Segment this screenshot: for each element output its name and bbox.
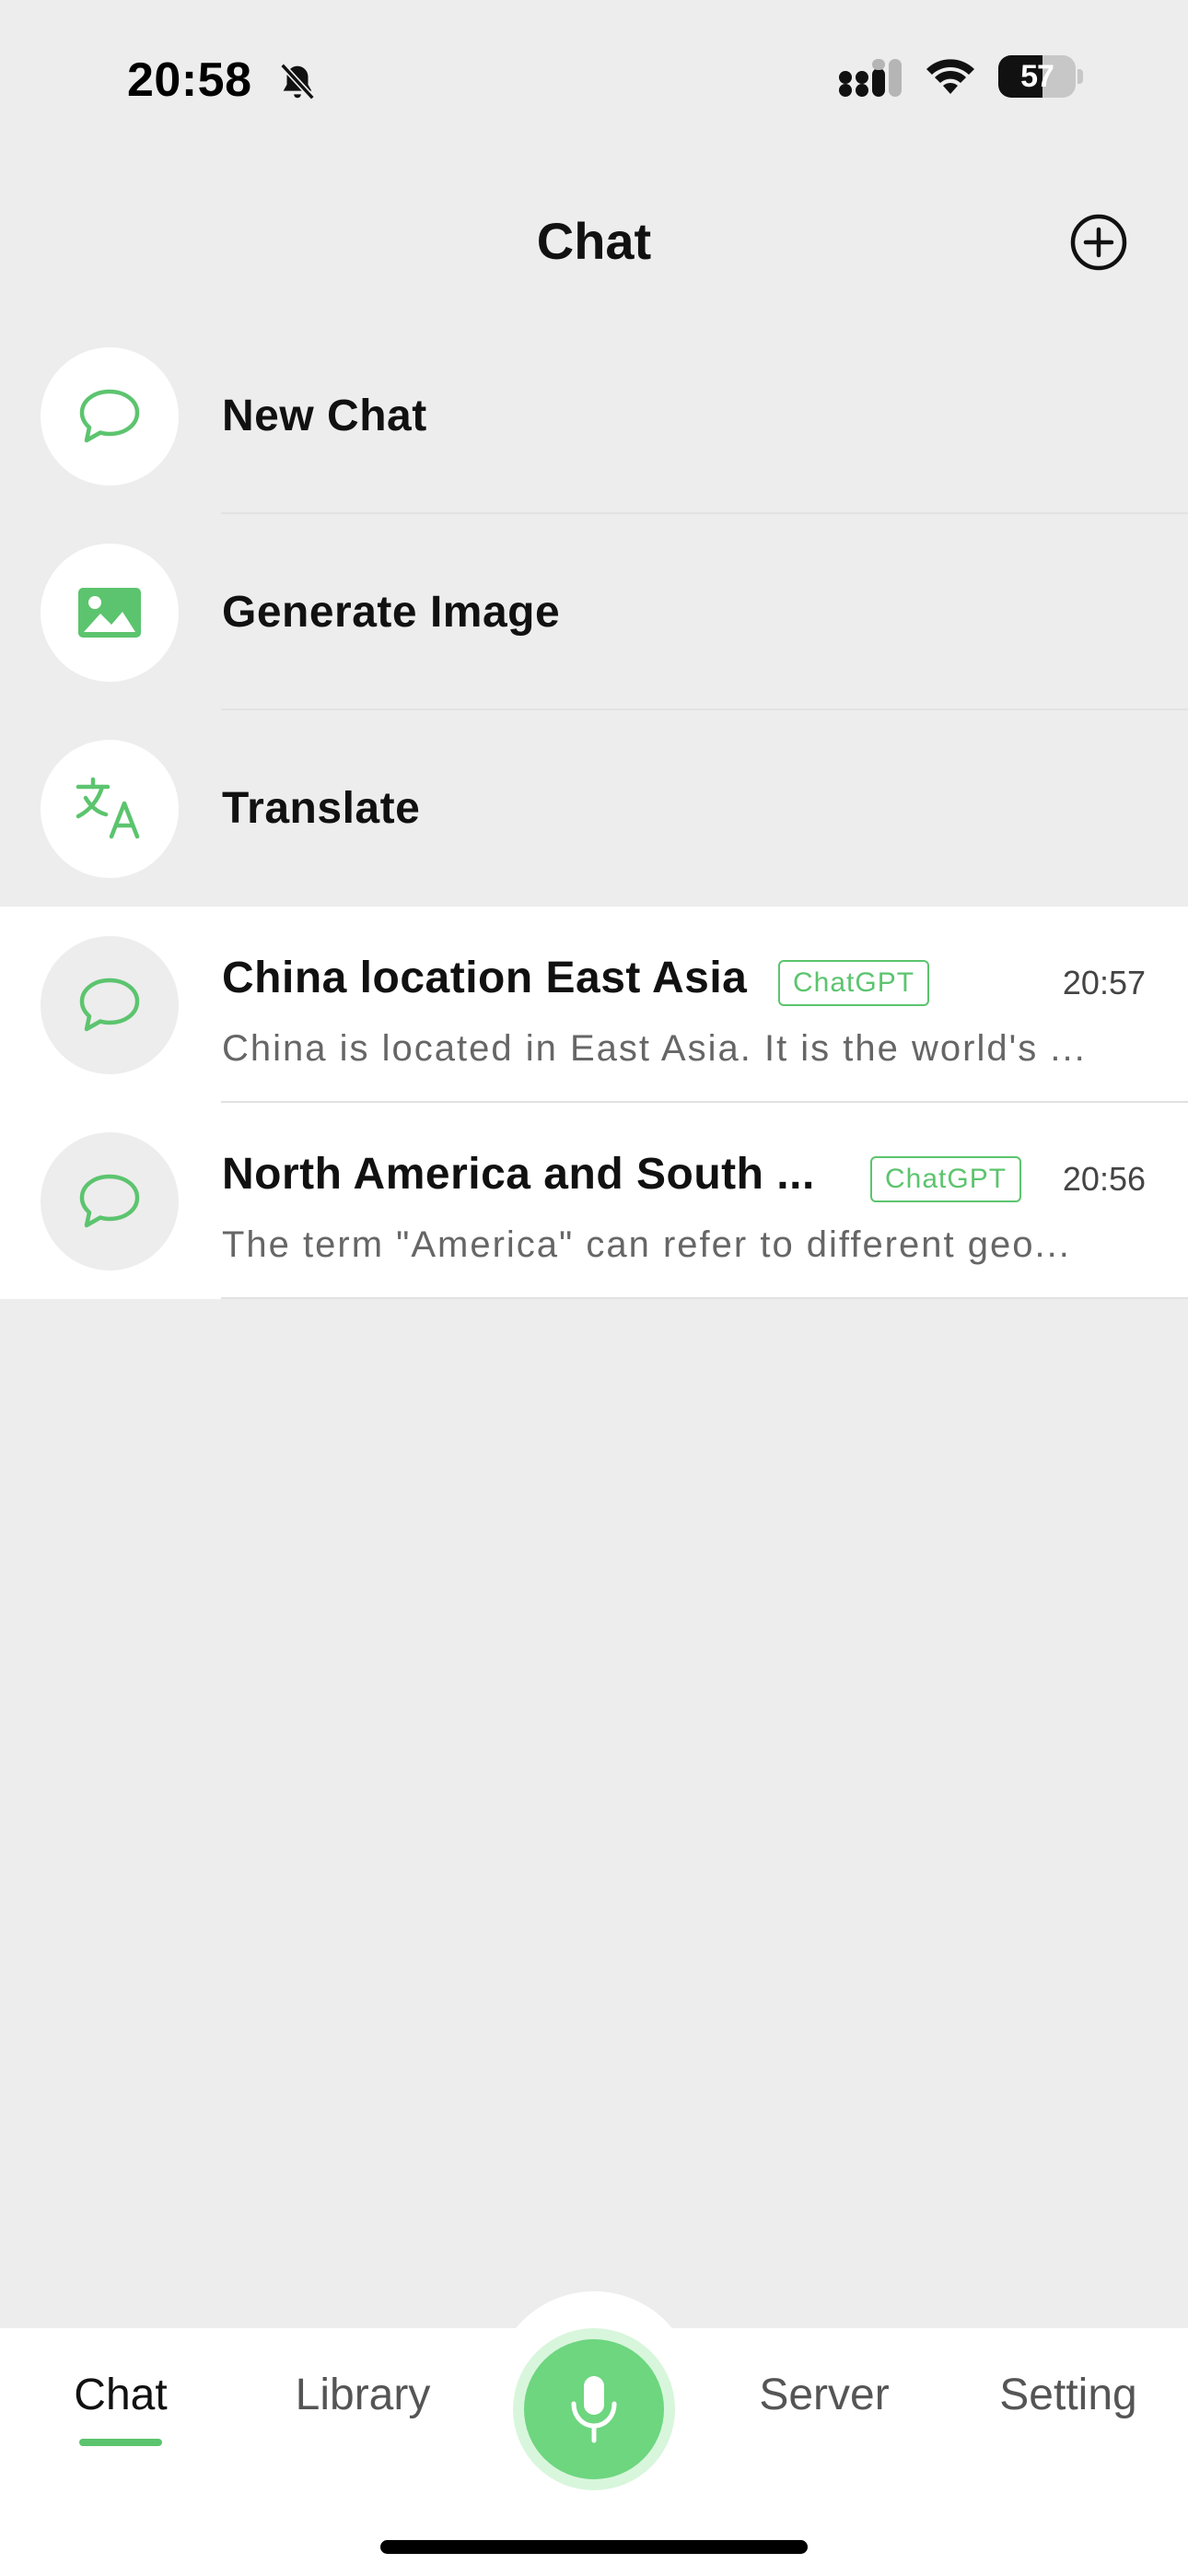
conversation-time: 20:56 xyxy=(1062,1160,1146,1198)
new-chat-avatar xyxy=(41,347,179,486)
conversation-preview: The term "America" can refer to differen… xyxy=(222,1224,1071,1265)
model-badge: ChatGPT xyxy=(778,960,930,1006)
home-indicator xyxy=(380,2540,808,2554)
conversation-avatar xyxy=(41,936,179,1074)
cellular-signal-icon xyxy=(839,59,902,97)
translate-row[interactable]: Translate xyxy=(0,710,1188,907)
tab-chat[interactable]: Chat xyxy=(61,2365,181,2426)
translate-label: Translate xyxy=(222,784,421,833)
tab-library[interactable]: Library xyxy=(276,2365,449,2426)
chat-bubble-icon xyxy=(79,1174,140,1228)
active-tab-indicator xyxy=(79,2439,162,2446)
generate-image-avatar xyxy=(41,544,179,682)
conversation-title: China location East Asia xyxy=(222,954,748,1002)
tab-server[interactable]: Server xyxy=(746,2365,903,2426)
battery-icon: 57 xyxy=(998,55,1083,98)
model-badge: ChatGPT xyxy=(870,1156,1022,1202)
page-title: Chat xyxy=(536,212,652,270)
status-time: 20:58 xyxy=(127,53,252,107)
image-icon xyxy=(78,588,141,638)
conversation-time: 20:57 xyxy=(1062,964,1146,1001)
mic-button-inner xyxy=(524,2339,664,2479)
bell-slash-icon xyxy=(280,63,315,100)
generate-image-row[interactable]: Generate Image xyxy=(0,514,1188,710)
divider xyxy=(221,1297,1188,1299)
generate-image-label: Generate Image xyxy=(222,588,561,637)
conversation-preview: China is located in East Asia. It is the… xyxy=(222,1028,1087,1069)
chat-bubble-icon xyxy=(79,978,140,1032)
new-chat-row[interactable]: New Chat xyxy=(0,318,1188,514)
status-icons: 57 xyxy=(838,55,1083,98)
conversation-row[interactable]: North America and South ... ChatGPT 20:5… xyxy=(0,1103,1188,1299)
plus-circle-icon[interactable] xyxy=(1068,212,1129,273)
conversation-avatar xyxy=(41,1132,179,1270)
tab-setting[interactable]: Setting xyxy=(985,2365,1151,2426)
translate-avatar xyxy=(41,740,179,878)
chat-bubble-icon xyxy=(79,389,140,443)
wifi-icon xyxy=(926,59,974,94)
new-chat-label: New Chat xyxy=(222,392,427,440)
conversation-title: North America and South ... xyxy=(222,1150,815,1199)
conversation-row[interactable]: China location East Asia ChatGPT 20:57 C… xyxy=(0,907,1188,1103)
microphone-icon xyxy=(571,2376,617,2443)
mic-button[interactable] xyxy=(513,2328,675,2490)
battery-level: 57 xyxy=(1020,59,1054,94)
translate-icon xyxy=(76,777,140,839)
